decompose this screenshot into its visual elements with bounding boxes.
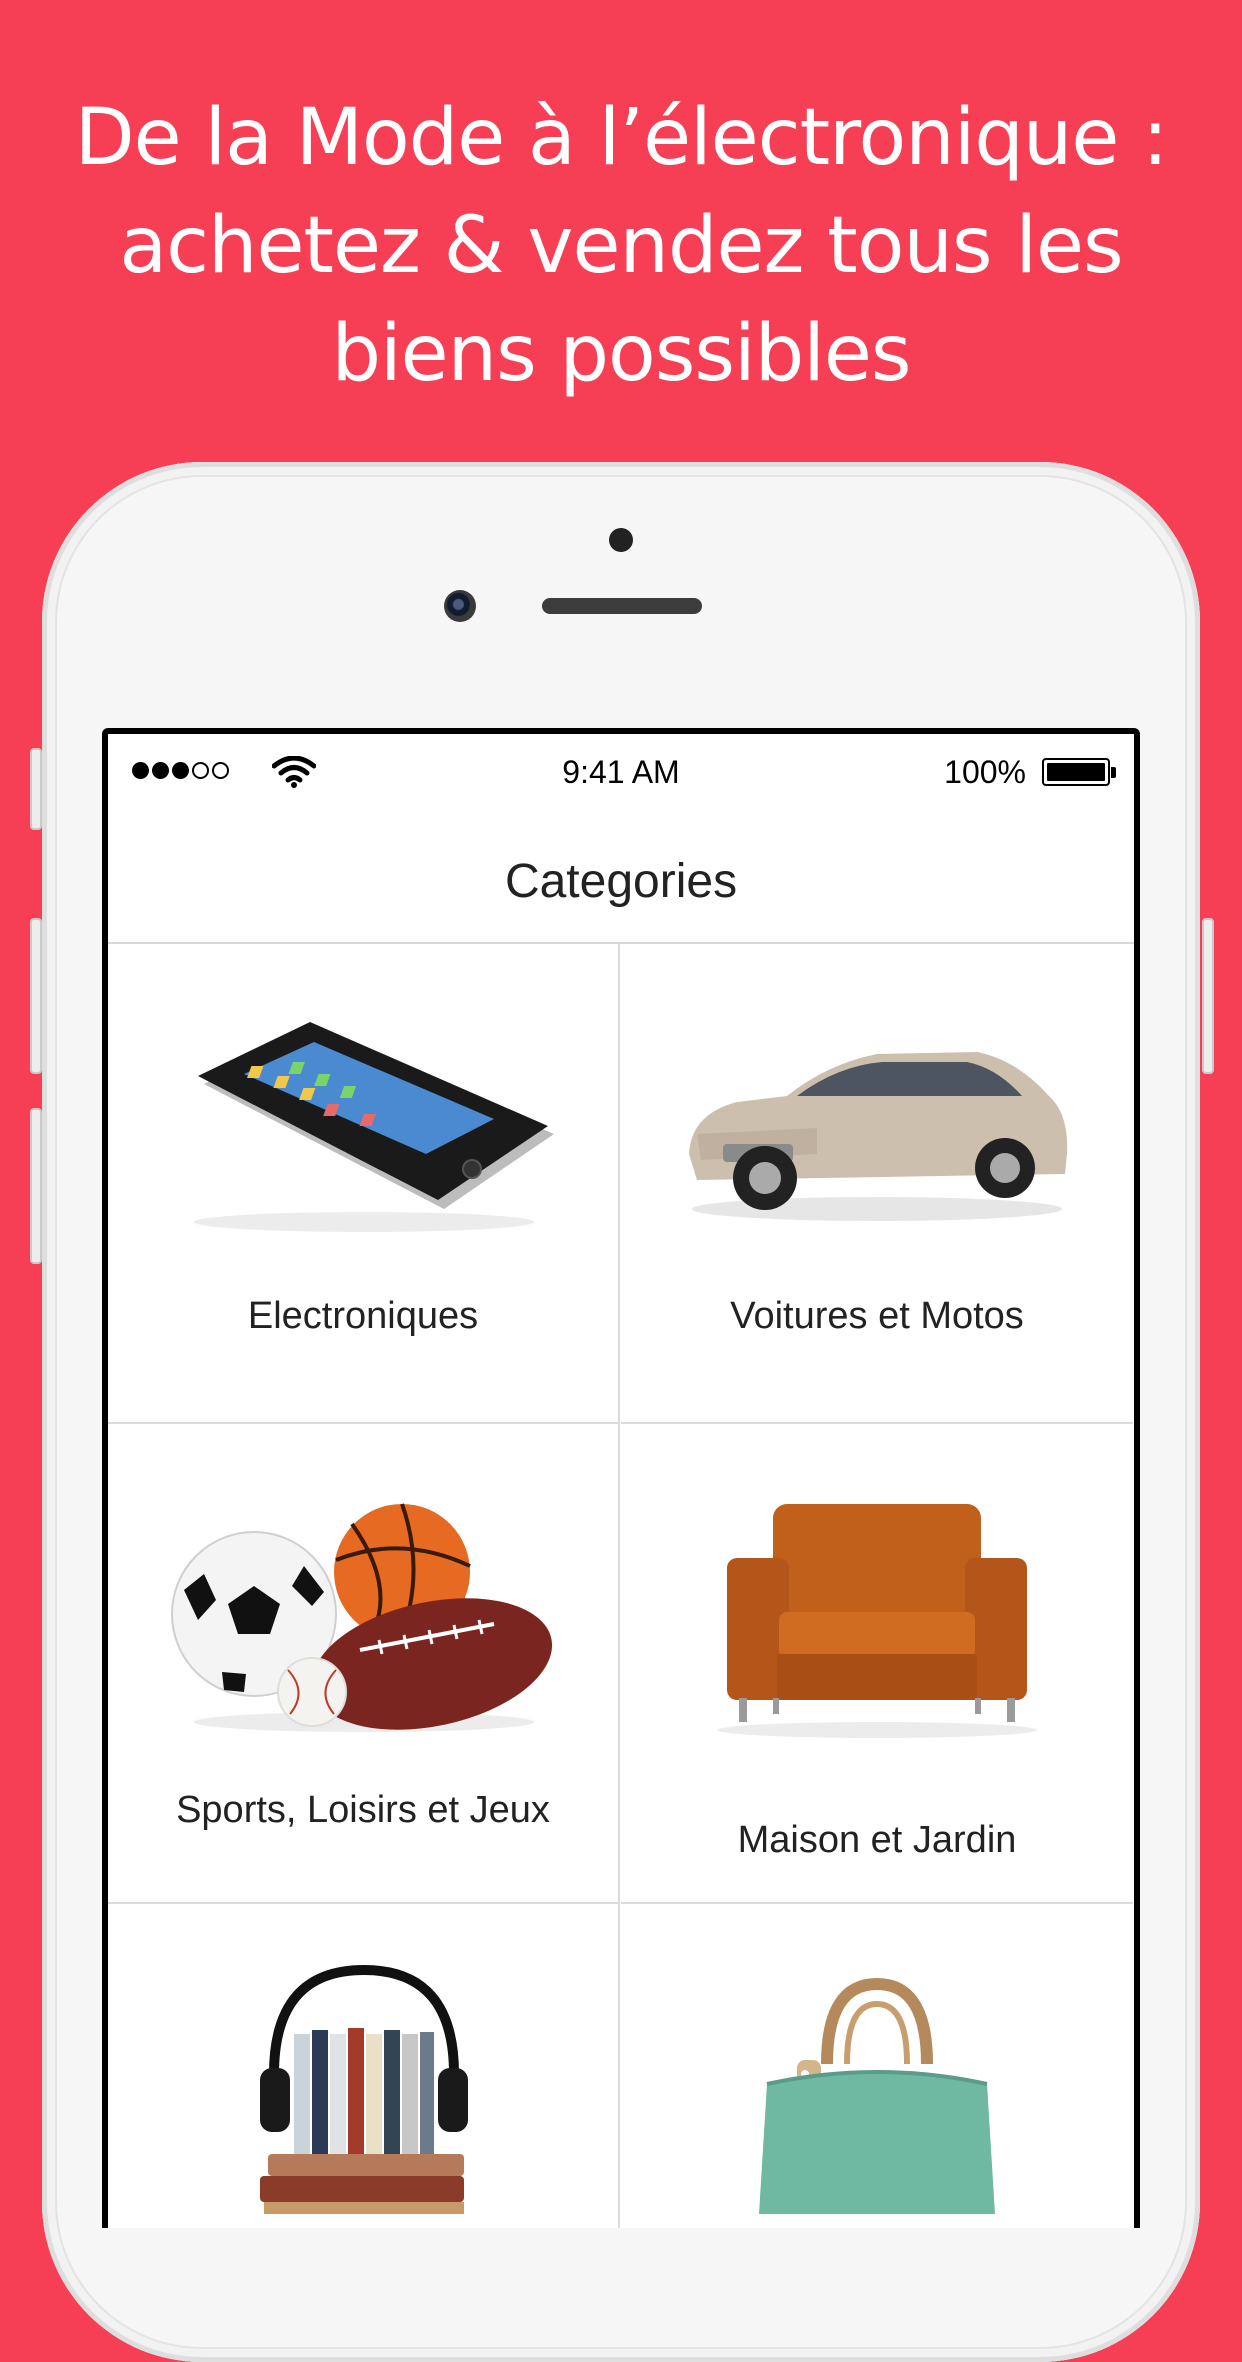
phone-screen: 9:41 AM 100% Categories Electroniques Vo… (102, 728, 1140, 2228)
headline-line-3: biens possibles (331, 309, 911, 399)
smartphone-icon (194, 1022, 554, 1232)
category-fashion[interactable] (621, 1904, 1133, 2228)
category-music[interactable] (108, 1904, 620, 2228)
category-label: Electroniques (247, 1295, 479, 1337)
proximity-sensor (609, 528, 633, 552)
earpiece-speaker (542, 598, 702, 614)
category-voitures-motos[interactable]: Voitures et Motos (621, 944, 1133, 1424)
handbag-icon (759, 1977, 995, 2214)
app-screen: 9:41 AM 100% Categories Electroniques Vo… (108, 734, 1134, 2228)
volume-down-button (30, 1108, 42, 1264)
armchair-icon (717, 1504, 1037, 1738)
car-icon (689, 1052, 1068, 1221)
status-bar: 9:41 AM 100% (108, 734, 1134, 804)
volume-up-button (30, 918, 42, 1074)
battery-icon (1042, 758, 1116, 786)
category-label: Maison et Jardin (737, 1819, 1017, 1861)
page-title: Categories (504, 855, 738, 908)
category-label: Sports, Loisirs et Jeux (176, 1789, 550, 1831)
power-button (1202, 918, 1214, 1074)
headline-line-2: achetez & vendez tous les (119, 201, 1123, 291)
battery-percentage: 100% (944, 754, 1026, 790)
front-camera-icon (444, 590, 476, 622)
category-label: Voitures et Motos (730, 1295, 1024, 1337)
category-sports-loisirs-jeux[interactable]: Sports, Loisirs et Jeux (108, 1424, 620, 1904)
category-maison-jardin[interactable]: Maison et Jardin (621, 1424, 1133, 1904)
category-electroniques[interactable]: Electroniques (108, 944, 620, 1424)
mute-switch (30, 748, 42, 830)
headline-line-1: De la Mode à l’électronique : (74, 93, 1169, 183)
sports-balls-icon (171, 1503, 553, 1732)
music-cds-icon (260, 1964, 468, 2214)
promo-headline: De la Mode à l’électronique : achetez & … (0, 84, 1242, 408)
